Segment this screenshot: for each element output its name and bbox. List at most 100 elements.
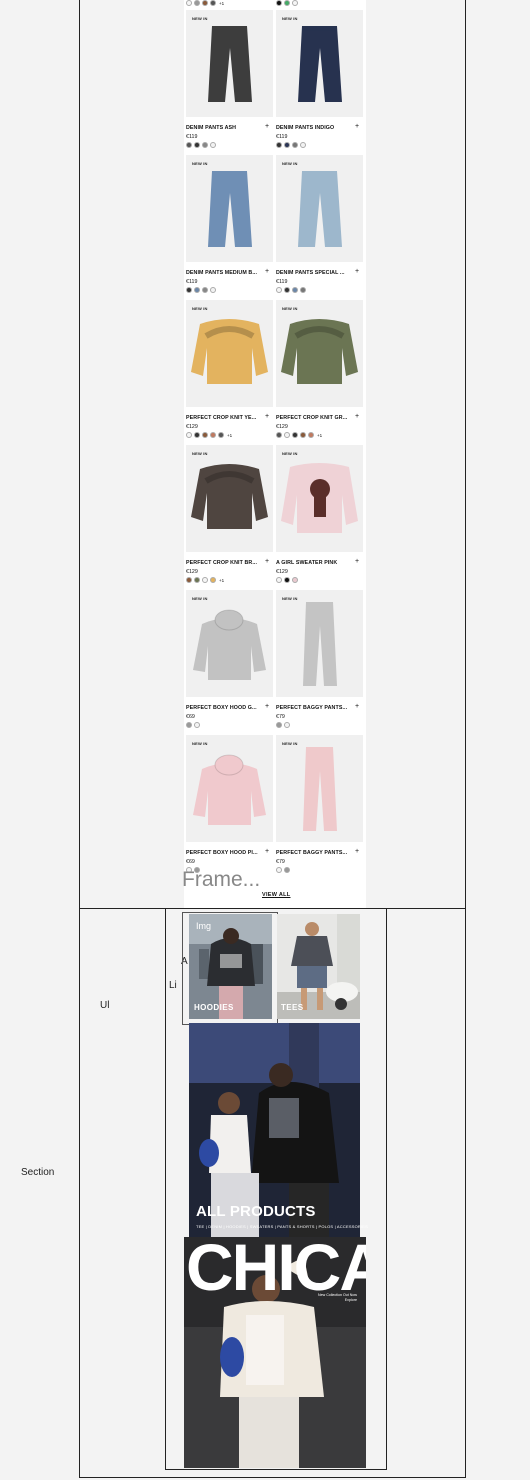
chica-subtitle[interactable]: New Collection Out Now Explore — [318, 1293, 357, 1303]
color-swatch[interactable] — [194, 432, 200, 438]
product-image[interactable] — [276, 445, 363, 552]
category-label-tees: TEES — [281, 1003, 304, 1012]
product-image[interactable] — [186, 445, 273, 552]
product-name[interactable]: PERFECT CROP KNIT YE... — [186, 415, 262, 421]
product-card[interactable]: NEW IN A GIRL SWEATER PINK + €129 — [274, 445, 363, 590]
product-name[interactable]: DENIM PANTS MEDIUM B... — [186, 270, 262, 276]
product-image[interactable] — [186, 590, 273, 697]
color-swatch[interactable] — [308, 432, 314, 438]
product-card[interactable]: NEW IN DENIM PANTS MEDIUM B... + €119 — [184, 155, 273, 300]
outline-right — [465, 0, 466, 1478]
add-to-cart-plus-icon[interactable]: + — [265, 268, 269, 275]
color-swatch[interactable] — [210, 577, 216, 583]
color-swatch[interactable] — [292, 287, 298, 293]
ul-right-line — [386, 908, 387, 1470]
add-to-cart-plus-icon[interactable]: + — [265, 848, 269, 855]
color-swatch[interactable] — [276, 142, 282, 148]
product-card[interactable]: NEW IN PERFECT CROP KNIT YE... + €129 +1 — [184, 300, 273, 445]
color-swatch[interactable] — [300, 432, 306, 438]
product-name[interactable]: DENIM PANTS ASH — [186, 125, 262, 131]
color-swatch[interactable] — [276, 867, 282, 873]
color-swatch[interactable] — [194, 577, 200, 583]
add-to-cart-plus-icon[interactable]: + — [355, 848, 359, 855]
color-swatch[interactable] — [300, 142, 306, 148]
color-swatch[interactable] — [186, 577, 192, 583]
color-swatch[interactable] — [186, 142, 192, 148]
color-swatch[interactable] — [276, 722, 282, 728]
color-swatch[interactable] — [186, 432, 192, 438]
product-image[interactable] — [186, 155, 273, 262]
add-to-cart-plus-icon[interactable]: + — [355, 703, 359, 710]
color-swatch[interactable] — [276, 432, 282, 438]
color-swatch[interactable] — [284, 432, 290, 438]
product-name[interactable]: PERFECT BAGGY PANTS... — [276, 705, 352, 711]
product-name[interactable]: PERFECT BOXY HOOD PI... — [186, 850, 262, 856]
product-name[interactable]: PERFECT CROP KNIT BR... — [186, 560, 262, 566]
color-swatch[interactable] — [186, 287, 192, 293]
product-name[interactable]: A GIRL SWEATER PINK — [276, 560, 352, 566]
color-swatch[interactable] — [300, 287, 306, 293]
product-image[interactable] — [186, 735, 273, 842]
color-swatch[interactable] — [292, 432, 298, 438]
color-swatch[interactable] — [284, 867, 290, 873]
new-in-badge: NEW IN — [282, 306, 298, 311]
product-image[interactable] — [276, 590, 363, 697]
color-swatch[interactable] — [284, 577, 290, 583]
product-card[interactable]: NEW IN PERFECT CROP KNIT BR... + €129 +1 — [184, 445, 273, 590]
product-name[interactable]: PERFECT BOXY HOOD G... — [186, 705, 262, 711]
color-swatches — [186, 722, 203, 728]
color-swatch[interactable] — [210, 287, 216, 293]
product-image[interactable] — [276, 155, 363, 262]
product-name[interactable]: PERFECT BAGGY PANTS... — [276, 850, 352, 856]
color-swatch[interactable] — [194, 722, 200, 728]
product-illustration — [208, 26, 252, 102]
color-swatches — [276, 577, 301, 583]
product-illustration — [298, 26, 342, 102]
add-to-cart-plus-icon[interactable]: + — [265, 413, 269, 420]
product-image[interactable] — [276, 735, 363, 842]
product-image[interactable] — [276, 10, 363, 117]
product-card[interactable]: NEW IN PERFECT BOXY HOOD PI... + €69 — [184, 735, 273, 880]
add-to-cart-plus-icon[interactable]: + — [265, 558, 269, 565]
color-swatch[interactable] — [202, 142, 208, 148]
product-image[interactable] — [186, 10, 273, 117]
color-swatch[interactable] — [218, 432, 224, 438]
product-name[interactable]: DENIM PANTS SPECIAL ... — [276, 270, 352, 276]
product-card[interactable]: NEW IN PERFECT BOXY HOOD G... + €69 — [184, 590, 273, 735]
all-products-title[interactable]: ALL PRODUCTS — [196, 1203, 316, 1220]
product-card[interactable]: NEW IN DENIM PANTS SPECIAL ... + €119 — [274, 155, 363, 300]
color-swatch[interactable] — [194, 287, 200, 293]
color-swatch[interactable] — [292, 577, 298, 583]
color-swatch[interactable] — [210, 432, 216, 438]
product-name[interactable]: DENIM PANTS INDIGO — [276, 125, 352, 131]
view-all-link[interactable]: VIEW ALL — [262, 892, 290, 898]
color-swatch[interactable] — [202, 432, 208, 438]
product-card[interactable]: NEW IN PERFECT CROP KNIT GR... + €129 +1 — [274, 300, 363, 445]
product-image[interactable] — [186, 300, 273, 407]
color-swatch[interactable] — [202, 287, 208, 293]
color-swatches — [276, 722, 293, 728]
color-swatch[interactable] — [186, 722, 192, 728]
add-to-cart-plus-icon[interactable]: + — [355, 413, 359, 420]
add-to-cart-plus-icon[interactable]: + — [355, 268, 359, 275]
product-card[interactable]: NEW IN PERFECT BAGGY PANTS... + €79 — [274, 735, 363, 880]
color-swatch[interactable] — [284, 287, 290, 293]
product-card[interactable]: NEW IN DENIM PANTS ASH + €119 — [184, 10, 273, 155]
color-swatch[interactable] — [210, 142, 216, 148]
color-swatch[interactable] — [202, 577, 208, 583]
color-swatch[interactable] — [284, 722, 290, 728]
product-name[interactable]: PERFECT CROP KNIT GR... — [276, 415, 352, 421]
product-image[interactable] — [276, 300, 363, 407]
color-swatch[interactable] — [276, 287, 282, 293]
add-to-cart-plus-icon[interactable]: + — [355, 558, 359, 565]
color-swatch[interactable] — [276, 577, 282, 583]
color-swatch[interactable] — [194, 142, 200, 148]
color-swatch[interactable] — [292, 142, 298, 148]
color-swatch[interactable] — [284, 142, 290, 148]
add-to-cart-plus-icon[interactable]: + — [355, 123, 359, 130]
category-tile-tees[interactable]: TEES — [277, 914, 360, 1019]
add-to-cart-plus-icon[interactable]: + — [265, 123, 269, 130]
product-card[interactable]: NEW IN DENIM PANTS INDIGO + €119 — [274, 10, 363, 155]
add-to-cart-plus-icon[interactable]: + — [265, 703, 269, 710]
product-card[interactable]: NEW IN PERFECT BAGGY PANTS... + €79 — [274, 590, 363, 735]
